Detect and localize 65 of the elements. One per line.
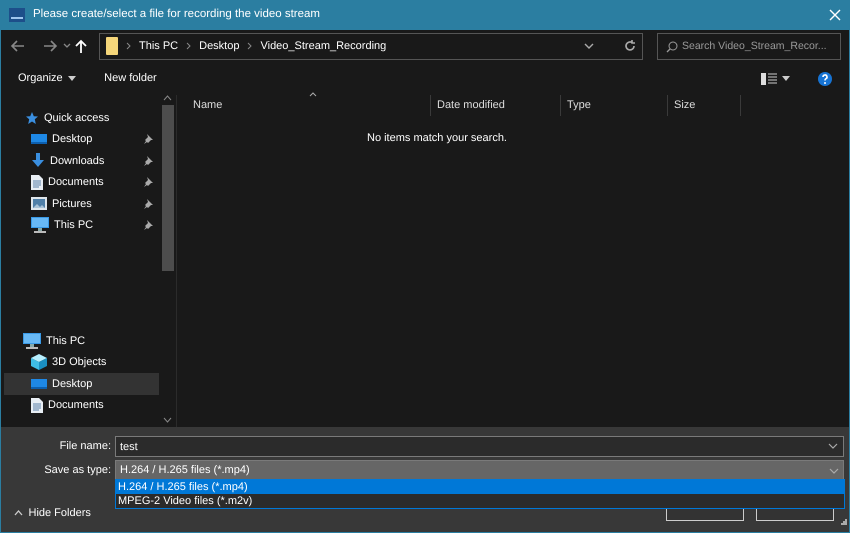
column-header[interactable]: Name: [187, 95, 431, 116]
sidebar-item[interactable]: Desktop: [4, 128, 159, 150]
app-icon: [9, 8, 25, 22]
breadcrumb-item[interactable]: Desktop: [199, 38, 240, 54]
dropdown-option[interactable]: MPEG-2 Video files (*.m2v): [116, 494, 844, 508]
download-arrow-icon: [31, 153, 45, 168]
sidebar-item[interactable]: Desktop: [4, 373, 159, 394]
back-arrow-icon[interactable]: [9, 39, 25, 53]
dropdown-option[interactable]: H.264 / H.265 files (*.mp4): [116, 480, 844, 494]
search-icon: [666, 40, 678, 52]
folder-icon: [106, 37, 118, 55]
toolbar-button[interactable]: Organize: [18, 70, 76, 87]
field-label: Save as type:: [43, 463, 111, 478]
sidebar-item[interactable]: 3D Objects: [4, 352, 159, 373]
resize-grip-icon: [841, 518, 847, 525]
desktop-icon: [31, 378, 47, 390]
breadcrumb-item[interactable]: This PC: [139, 38, 178, 54]
chevron-down-icon: [829, 468, 839, 474]
empty-message: No items match your search.: [366, 131, 508, 146]
cube-icon: [31, 354, 47, 370]
list-view-icon: [760, 72, 776, 84]
scroll-up-icon[interactable]: [163, 95, 172, 101]
file-type-dropdown[interactable]: H.264 / H.265 files (*.mp4): [115, 460, 844, 481]
chevron-right-icon: [186, 42, 192, 50]
chevron-right-icon: [247, 42, 252, 50]
picture-icon: [31, 197, 47, 210]
sidebar-item[interactable]: Documents: [4, 394, 159, 416]
column-header[interactable]: Type: [561, 95, 668, 116]
close-icon[interactable]: [829, 9, 841, 21]
scrollbar-thumb[interactable]: [162, 105, 174, 271]
chevron-up-icon: [14, 510, 23, 516]
sidebar-item[interactable]: Pictures: [4, 193, 159, 214]
sidebar-item[interactable]: Downloads: [4, 150, 159, 172]
scroll-down-icon[interactable]: [163, 417, 172, 423]
document-icon: [31, 398, 43, 413]
computer-icon: [23, 332, 41, 349]
forward-arrow-icon[interactable]: [43, 39, 59, 53]
chevron-down-icon[interactable]: [584, 43, 594, 49]
field-label: File name:: [58, 439, 111, 454]
refresh-icon[interactable]: [624, 40, 636, 52]
hide-folders-button[interactable]: Hide Folders: [14, 505, 91, 522]
sidebar-item[interactable]: Documents: [4, 172, 159, 193]
up-arrow-icon[interactable]: [75, 39, 87, 53]
document-icon: [31, 174, 43, 190]
window-title: Please create/select a file for recording the video stream: [33, 7, 322, 22]
dropdown-caret-icon[interactable]: [63, 43, 71, 49]
search-field[interactable]: Search Video_Stream_Recor...: [657, 32, 841, 60]
view-options-button[interactable]: [760, 72, 790, 84]
caret-icon: [782, 76, 790, 81]
breadcrumb-item[interactable]: Video_Stream_Recording: [260, 38, 386, 54]
column-header[interactable]: Date modified: [431, 95, 561, 116]
sidebar-item[interactable]: This PC: [1, 330, 159, 352]
address-bar[interactable]: This PC Desktop Video_Stream_Recording: [99, 32, 643, 60]
column-header[interactable]: Size: [668, 95, 741, 116]
file-name-field[interactable]: test: [115, 436, 844, 457]
caret-icon: [68, 76, 76, 81]
toolbar-button[interactable]: New folder: [104, 70, 157, 87]
desktop-icon: [31, 133, 47, 146]
chevron-right-icon: [126, 42, 131, 50]
sidebar-item[interactable]: Quick access: [1, 107, 159, 128]
chevron-down-icon[interactable]: [828, 443, 838, 449]
help-icon[interactable]: [818, 72, 832, 86]
star-icon: [25, 110, 39, 125]
computer-icon: [31, 217, 49, 234]
sidebar-item[interactable]: This PC: [4, 214, 159, 236]
